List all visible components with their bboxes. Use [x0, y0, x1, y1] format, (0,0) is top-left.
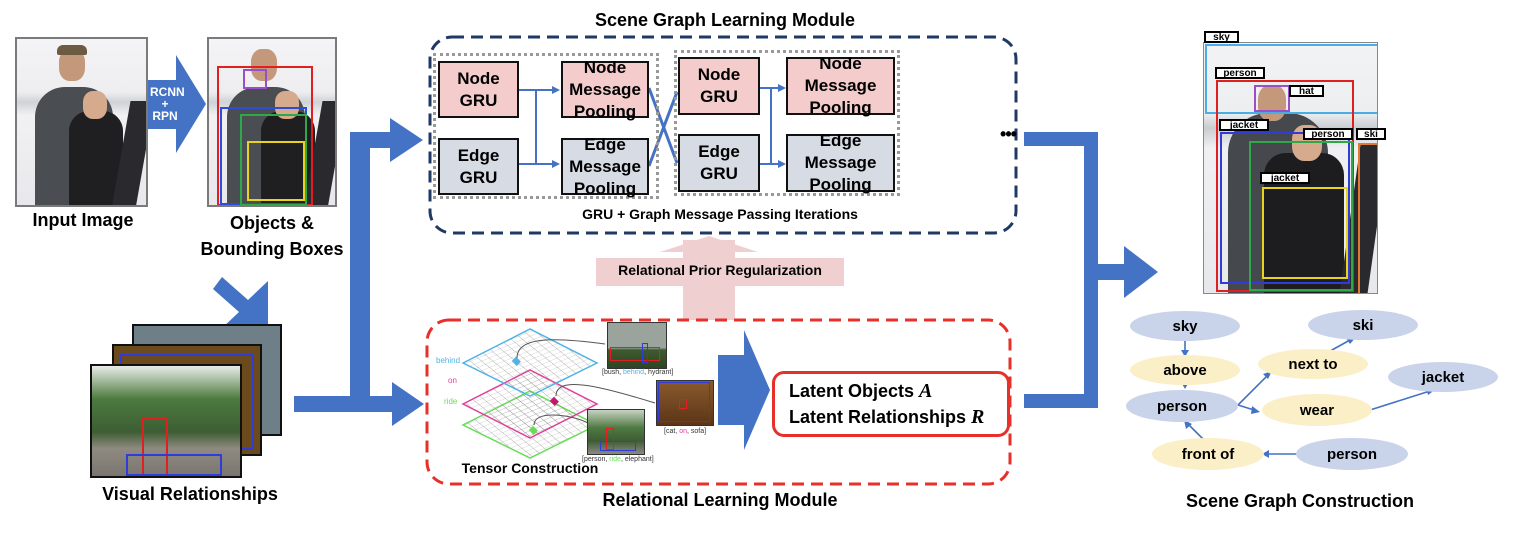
- arrow-to-sg-module: [390, 118, 423, 162]
- scene-graph-construction-label: Scene Graph Construction: [1185, 491, 1415, 511]
- node-message-pooling-1: Node Message Pooling: [561, 58, 649, 121]
- layer-behind: [461, 328, 599, 397]
- node-gru-2: Node GRU: [678, 57, 760, 115]
- arrow-to-scene-graph: [1124, 246, 1158, 298]
- input-image: [15, 37, 148, 207]
- objects-label: Objects & Bounding Boxes: [190, 210, 354, 262]
- iteration-caption: GRU + Graph Message Passing Iterations: [582, 206, 858, 222]
- det-tag-jacket-1: jacket: [1219, 119, 1269, 131]
- example-image-person: [587, 409, 645, 455]
- edge-message-pooling-2: Edge Message Pooling: [786, 131, 895, 194]
- det-tag-person-1: person: [1215, 67, 1265, 79]
- sg-node-person: person: [1126, 390, 1238, 422]
- output-branch-bottom: [1024, 394, 1098, 408]
- trunk-branch-bottom: [294, 396, 394, 412]
- det-box-ski: [1358, 143, 1377, 293]
- sg-node-above: above: [1130, 355, 1240, 385]
- visual-relationships-stack: [90, 322, 290, 482]
- arrow-to-rl-module: [392, 382, 424, 426]
- layer-label-on: on: [448, 376, 457, 385]
- det-tag-ski: ski: [1356, 128, 1386, 140]
- sg-node-wear: wear: [1262, 394, 1372, 426]
- edge-gru-2: Edge GRU: [678, 134, 760, 192]
- sg-node-ski: ski: [1308, 310, 1418, 340]
- rl-module-title: Relational Learning Module: [602, 490, 838, 510]
- sg-module-title: Scene Graph Learning Module: [594, 10, 856, 30]
- sg-node-sky: sky: [1130, 311, 1240, 341]
- example-caption-bush: [bush, behind, hydrant]: [602, 369, 674, 376]
- layer-label-behind: behind: [436, 356, 461, 365]
- trunk-branch-top: [350, 132, 392, 148]
- edge-message-pooling-1: Edge Message Pooling: [561, 135, 649, 198]
- vr-image-front: [90, 364, 242, 478]
- node-gru-1: Node GRU: [438, 61, 519, 118]
- input-image-label: Input Image: [32, 210, 134, 230]
- objects-label-line1: Objects &: [229, 213, 315, 233]
- objects-label-line2: Bounding Boxes: [200, 239, 344, 259]
- detector-label-rpn: RPN: [152, 109, 178, 123]
- sg-node-front-of: front of: [1152, 438, 1264, 470]
- layer-label-ride: ride: [444, 397, 458, 406]
- sg-node-jacket: jacket: [1388, 362, 1498, 392]
- det-box-jacket-2: [1262, 187, 1348, 279]
- visual-relationships-label: Visual Relationships: [102, 484, 278, 504]
- continuation-dots: •••: [1000, 124, 1017, 144]
- det-tag-person-2: person: [1303, 128, 1353, 140]
- det-box-hat: [1254, 85, 1290, 112]
- det-tag-jacket-2: jacket: [1260, 172, 1310, 184]
- latent-relationships: Latent Relationships R: [789, 406, 985, 428]
- det-tag-sky: sky: [1204, 31, 1239, 43]
- example-image-cat: [656, 380, 714, 426]
- det-tag-hat: hat: [1289, 85, 1324, 97]
- bbox-hat: [243, 69, 267, 89]
- latent-box: Latent Objects A Latent Relationships R: [772, 371, 1010, 437]
- regularization-label: Relational Prior Regularization: [618, 262, 822, 278]
- detection-image: [1203, 42, 1378, 294]
- latent-objects: Latent Objects A: [789, 380, 933, 402]
- edge-gru-1: Edge GRU: [438, 138, 519, 195]
- arrow-to-latent: [718, 330, 770, 450]
- example-caption-cat: [cat, on, sofa]: [664, 428, 707, 435]
- tensor-construction-label: Tensor Construction: [461, 460, 599, 476]
- sg-node-next-to: next to: [1258, 349, 1368, 379]
- node-message-pooling-2: Node Message Pooling: [786, 54, 895, 117]
- objects-image: [207, 37, 337, 207]
- example-image-bush: [607, 322, 667, 369]
- trunk-line: [350, 132, 370, 404]
- bbox-jacket-2: [247, 141, 305, 201]
- detector-arrow-label: RCNN + RPN: [150, 86, 185, 123]
- sg-node-person-2: person: [1296, 438, 1408, 470]
